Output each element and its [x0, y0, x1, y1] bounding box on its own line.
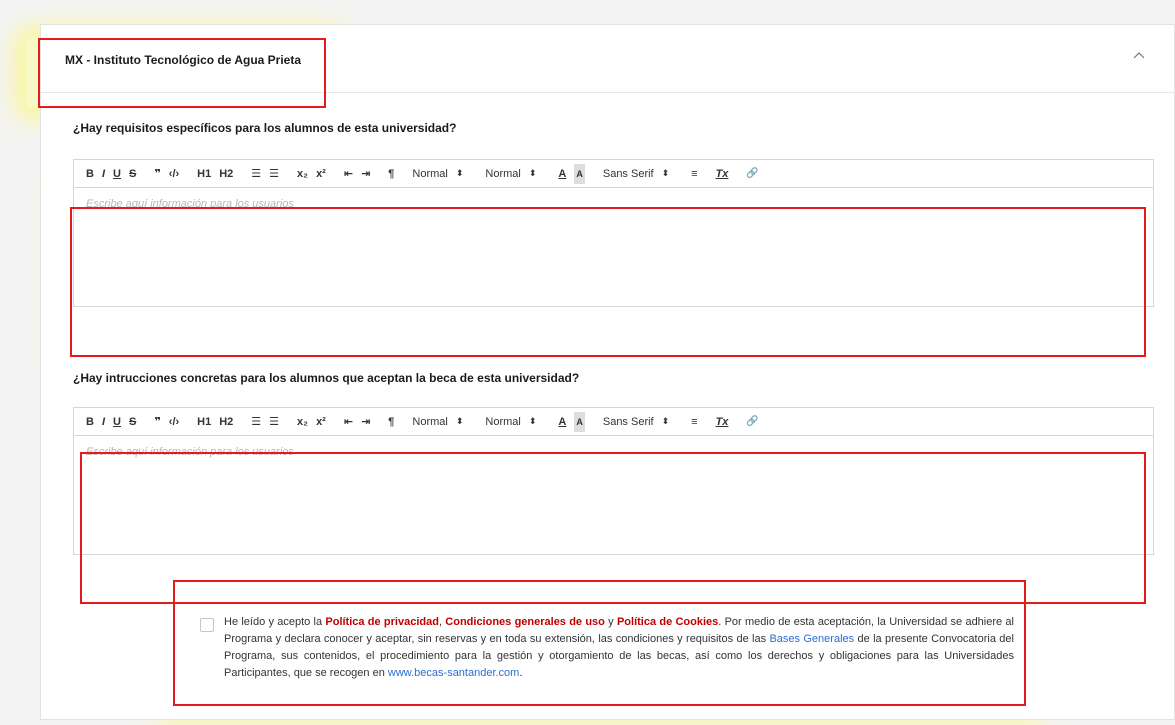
bold-button[interactable]: B	[86, 164, 94, 184]
italic-button[interactable]: I	[102, 412, 105, 432]
ordered-list-button[interactable]: ☰	[251, 164, 261, 184]
editor-placeholder: Escribe aquí información para los usuari…	[86, 446, 294, 458]
clean-format-button[interactable]: Tx	[716, 164, 729, 184]
font-select[interactable]: Sans Serif ⬍	[603, 168, 669, 180]
consent-text-4: .	[519, 667, 523, 679]
santander-site-link[interactable]: www.becas-santander.com	[388, 667, 519, 679]
size-select-label: Normal	[412, 415, 448, 428]
header-select-label: Normal	[485, 415, 521, 428]
code-button[interactable]: ‹/›	[169, 164, 179, 184]
consent-and: y	[604, 616, 617, 628]
indent-decrease-button[interactable]: ⇤	[344, 412, 353, 432]
cookies-policy-link[interactable]: Política de Cookies	[617, 616, 718, 628]
bold-button[interactable]: B	[86, 412, 94, 432]
rich-text-editor-1[interactable]: B I U S ❞ ‹/› H1 H2 ☰ ☰ x₂ x² ⇤ ⇥ ¶ Norm…	[73, 159, 1154, 307]
superscript-button[interactable]: x²	[316, 164, 326, 184]
consent-text: He leído y acepto la Política de privaci…	[224, 614, 1014, 682]
select-arrows-icon: ⬍	[455, 416, 464, 426]
size-select-label: Normal	[412, 167, 448, 180]
h1-button[interactable]: H1	[197, 164, 211, 184]
align-button[interactable]: ≡	[691, 164, 697, 184]
rich-text-editor-2[interactable]: B I U S ❞ ‹/› H1 H2 ☰ ☰ x₂ x² ⇤ ⇥ ¶ Norm…	[73, 407, 1154, 555]
card-header[interactable]: MX - Instituto Tecnológico de Agua Priet…	[41, 25, 1174, 93]
size-select[interactable]: Normal ⬍	[412, 168, 463, 180]
select-arrows-icon: ⬍	[528, 168, 537, 178]
underline-button[interactable]: U	[113, 412, 121, 432]
h2-button[interactable]: H2	[219, 412, 233, 432]
font-select-label: Sans Serif	[602, 167, 654, 180]
editor-content-2[interactable]: Escribe aquí información para los usuari…	[74, 436, 1153, 554]
text-color-button[interactable]: A	[558, 164, 566, 184]
font-select-label: Sans Serif	[602, 415, 654, 428]
size-select[interactable]: Normal ⬍	[412, 416, 463, 428]
indent-decrease-button[interactable]: ⇤	[344, 164, 353, 184]
editor-content-1[interactable]: Escribe aquí información para los usuari…	[74, 188, 1153, 306]
chevron-up-icon[interactable]	[1132, 49, 1146, 63]
select-arrows-icon: ⬍	[661, 168, 670, 178]
h2-button[interactable]: H2	[219, 164, 233, 184]
terms-link[interactable]: Condiciones generales de uso	[445, 616, 605, 628]
italic-button[interactable]: I	[102, 164, 105, 184]
underline-button[interactable]: U	[113, 164, 121, 184]
blockquote-button[interactable]: ❞	[154, 412, 160, 432]
general-bases-link[interactable]: Bases Generales	[769, 633, 854, 645]
clean-format-button[interactable]: Tx	[716, 412, 729, 432]
editor-toolbar: B I U S ❞ ‹/› H1 H2 ☰ ☰ x₂ x² ⇤ ⇥ ¶ Norm…	[74, 160, 1153, 188]
bullet-list-button[interactable]: ☰	[269, 412, 279, 432]
background-color-button[interactable]: A	[574, 163, 585, 184]
header-select[interactable]: Normal ⬍	[485, 416, 536, 428]
h1-button[interactable]: H1	[197, 412, 211, 432]
indent-increase-button[interactable]: ⇥	[361, 164, 370, 184]
select-arrows-icon: ⬍	[455, 168, 464, 178]
link-icon[interactable]: 🔗	[746, 412, 758, 432]
consent-text-1: He leído y acepto la	[224, 616, 326, 628]
indent-increase-button[interactable]: ⇥	[361, 412, 370, 432]
code-button[interactable]: ‹/›	[169, 412, 179, 432]
bullet-list-button[interactable]: ☰	[269, 164, 279, 184]
header-select-label: Normal	[485, 167, 521, 180]
editor-placeholder: Escribe aquí información para los usuari…	[86, 198, 294, 210]
select-arrows-icon: ⬍	[661, 416, 670, 426]
ordered-list-button[interactable]: ☰	[251, 412, 261, 432]
strike-button[interactable]: S	[129, 164, 136, 184]
editor-toolbar: B I U S ❞ ‹/› H1 H2 ☰ ☰ x₂ x² ⇤ ⇥ ¶ Norm…	[74, 408, 1153, 436]
privacy-policy-link[interactable]: Política de privacidad	[325, 616, 439, 628]
font-select[interactable]: Sans Serif ⬍	[603, 416, 669, 428]
select-arrows-icon: ⬍	[528, 416, 537, 426]
text-direction-button[interactable]: ¶	[388, 164, 394, 184]
question-2-label: ¿Hay intrucciones concretas para los alu…	[73, 371, 580, 385]
superscript-button[interactable]: x²	[316, 412, 326, 432]
header-select[interactable]: Normal ⬍	[485, 168, 536, 180]
strike-button[interactable]: S	[129, 412, 136, 432]
blockquote-button[interactable]: ❞	[154, 164, 160, 184]
link-icon[interactable]: 🔗	[746, 164, 758, 184]
consent-checkbox[interactable]	[200, 618, 214, 632]
card-title: MX - Instituto Tecnológico de Agua Priet…	[65, 53, 302, 67]
background-color-button[interactable]: A	[574, 411, 585, 432]
question-1-label: ¿Hay requisitos específicos para los alu…	[73, 121, 457, 135]
subscript-button[interactable]: x₂	[297, 164, 308, 184]
text-color-button[interactable]: A	[558, 412, 566, 432]
text-direction-button[interactable]: ¶	[388, 412, 394, 432]
subscript-button[interactable]: x₂	[297, 412, 308, 432]
align-button[interactable]: ≡	[691, 412, 697, 432]
